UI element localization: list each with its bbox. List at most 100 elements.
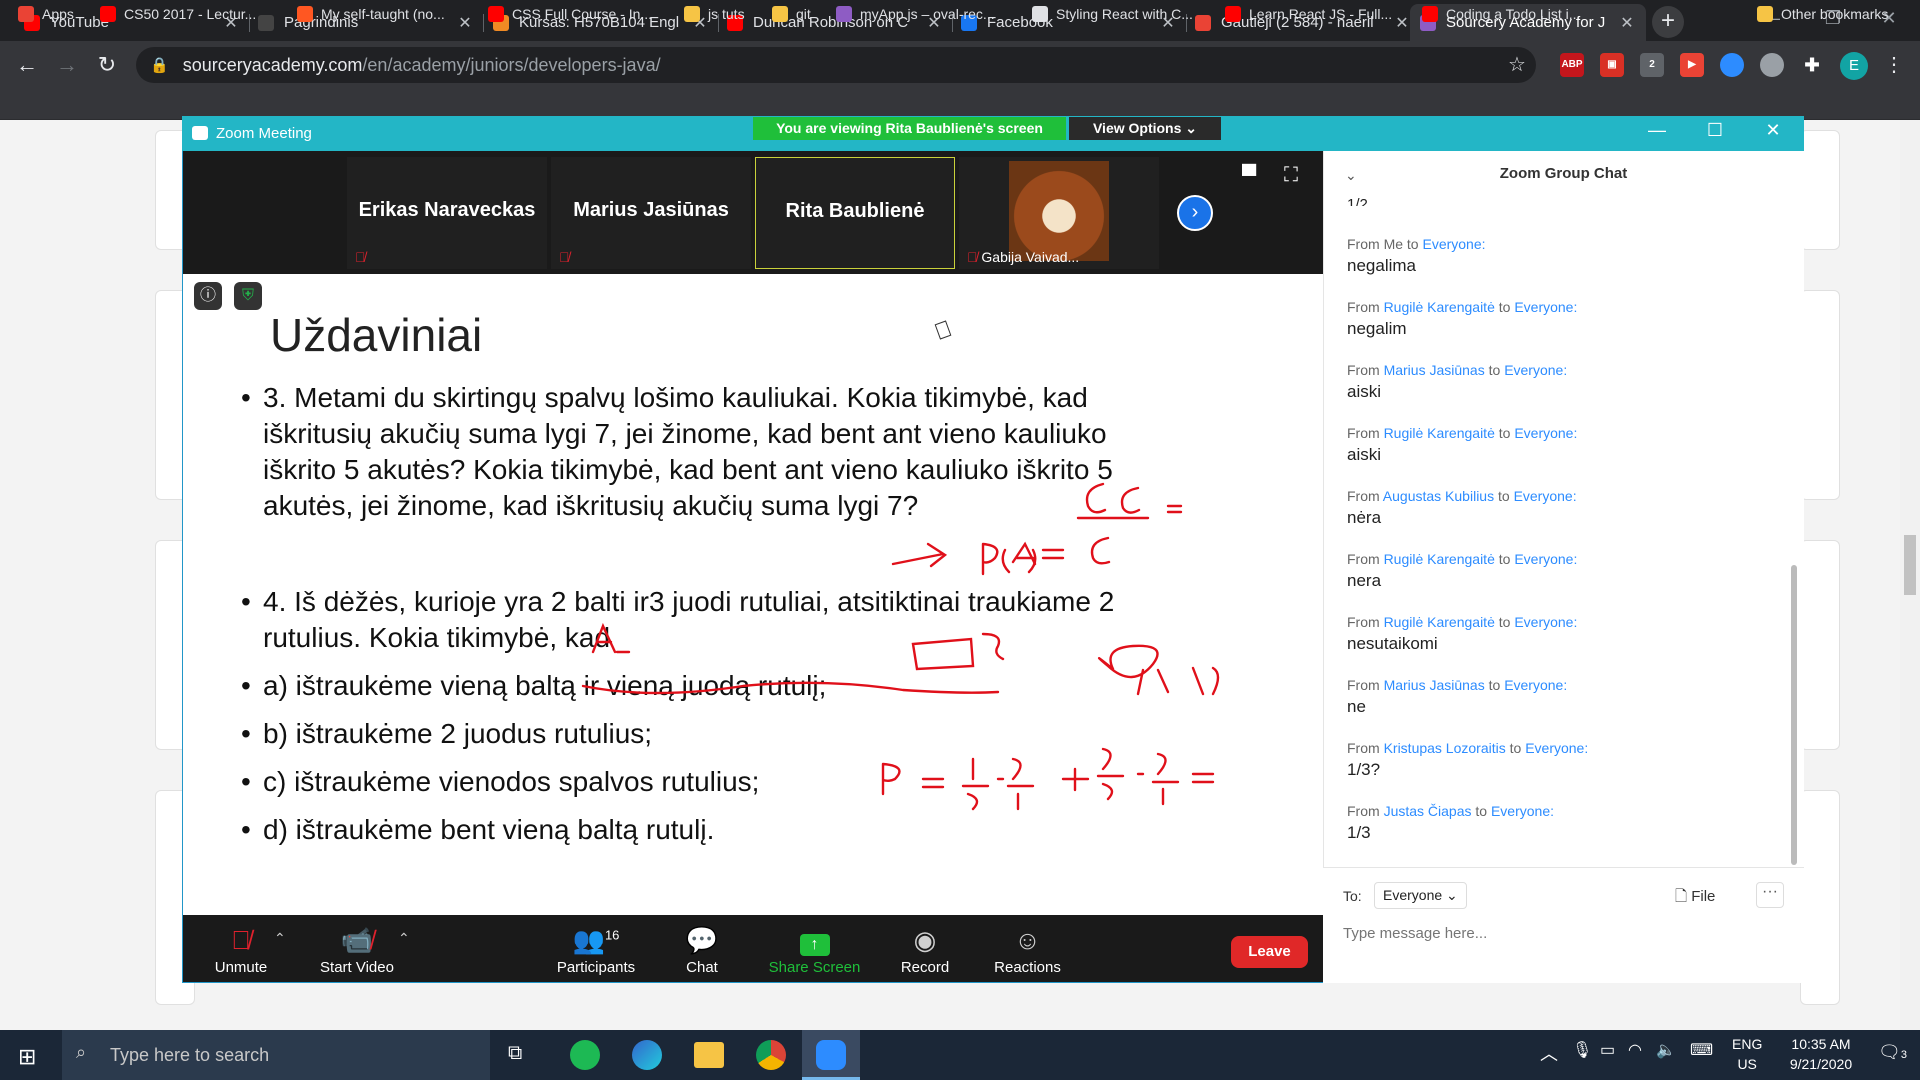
- bookmark-item[interactable]: Other bookmarks: [1757, 6, 1888, 22]
- menu-dots-icon[interactable]: ⋮: [1884, 52, 1904, 77]
- chat-sender[interactable]: Augustas Kubilius: [1383, 488, 1494, 504]
- battery-icon[interactable]: ▭: [1600, 1040, 1615, 1060]
- file-button[interactable]: 🗋 File: [1675, 886, 1715, 911]
- chrome-icon[interactable]: [756, 1040, 786, 1070]
- puzzle-icon[interactable]: ✚: [1800, 53, 1824, 77]
- close-tab-icon[interactable]: ✕: [1393, 13, 1411, 33]
- chat-button[interactable]: 💬 Chat: [672, 925, 732, 976]
- storage-extension-icon[interactable]: [1760, 53, 1784, 77]
- chat-message: From Rugilė Karengaitė to Everyone: nesut…: [1347, 614, 1577, 654]
- participant-tile-active[interactable]: Rita Baublienė: [755, 157, 955, 269]
- recipient-dropdown[interactable]: Everyone ⌄: [1374, 882, 1467, 909]
- reload-icon[interactable]: ↻: [92, 50, 122, 80]
- participant-tile[interactable]: 🎙̸ Gabija Vaivad...: [959, 157, 1159, 269]
- notifications-icon[interactable]: 🗨3: [1878, 1042, 1907, 1063]
- bookmark-star-icon[interactable]: ☆: [1508, 52, 1526, 77]
- wifi-icon[interactable]: ◠: [1628, 1040, 1642, 1060]
- page-scroll-thumb[interactable]: [1904, 535, 1916, 595]
- reactions-button[interactable]: ☺ Reactions: [990, 925, 1065, 976]
- windows-start-icon[interactable]: ⊞: [18, 1044, 36, 1070]
- bookmark-item[interactable]: Styling React with C...: [1032, 6, 1193, 22]
- microphone-tray-icon[interactable]: 🎙: [1572, 1040, 1592, 1060]
- bookmark-item[interactable]: CS50 2017 - Lectur...: [100, 6, 256, 22]
- profile-avatar[interactable]: E: [1840, 52, 1868, 80]
- close-tab-icon[interactable]: ✕: [1618, 13, 1636, 33]
- task-view-icon[interactable]: ⧉: [508, 1042, 522, 1065]
- chat-recipient[interactable]: Everyone:: [1514, 299, 1577, 315]
- volume-icon[interactable]: 🔈: [1656, 1040, 1676, 1060]
- chat-sender[interactable]: Rugilė Karengaitė: [1384, 425, 1495, 441]
- chat-message-text: nesutaikomi: [1347, 634, 1438, 653]
- chat-sender[interactable]: Me: [1384, 236, 1403, 252]
- chat-scrollbar[interactable]: [1791, 565, 1797, 865]
- next-page-icon[interactable]: ›: [1177, 195, 1213, 231]
- chat-message-meta: From Augustas Kubilius to Everyone:: [1347, 488, 1577, 504]
- close-tab-icon[interactable]: ✕: [456, 13, 474, 33]
- fullscreen-icon[interactable]: ⛶: [1284, 164, 1298, 187]
- zoom-minimize-icon[interactable]: —: [1642, 120, 1672, 141]
- chat-sender[interactable]: Rugilė Karengaitė: [1384, 614, 1495, 630]
- chat-sender[interactable]: Rugilė Karengaitė: [1384, 299, 1495, 315]
- bookmark-item[interactable]: js tuts: [684, 6, 745, 22]
- mic-muted-icon: 🎙̸: [231, 925, 251, 955]
- file-explorer-icon[interactable]: [694, 1042, 724, 1068]
- layout-icon[interactable]: ▀: [1242, 165, 1256, 188]
- chat-message-input[interactable]: [1343, 920, 1783, 946]
- participant-tile[interactable]: Erikas Naraveckas 🎙̸: [347, 157, 547, 269]
- bookmark-item[interactable]: myApp.js – oval-rec...: [836, 6, 995, 22]
- record-button[interactable]: ◉ Record: [895, 925, 955, 976]
- share-screen-button[interactable]: ↑ Share Screen: [767, 925, 862, 976]
- zoom-maximize-icon[interactable]: ☐: [1700, 120, 1730, 141]
- keyboard-icon[interactable]: ⌨: [1690, 1040, 1713, 1060]
- participant-tile[interactable]: Marius Jasiūnas 🎙̸: [551, 157, 751, 269]
- from-word: From: [1347, 488, 1380, 504]
- view-options-button[interactable]: View Options ⌄: [1069, 117, 1221, 140]
- bookmark-item[interactable]: CSS Full Course - In...: [488, 6, 652, 22]
- record-extension-icon[interactable]: ▶: [1680, 53, 1704, 77]
- zoom-taskbar-item[interactable]: [802, 1030, 860, 1080]
- chat-sender[interactable]: Marius Jasiūnas: [1384, 677, 1485, 693]
- participants-button[interactable]: 👥16 Participants: [551, 925, 641, 976]
- forward-icon[interactable]: →: [52, 50, 82, 80]
- bookmark-item[interactable]: Apps: [18, 6, 74, 22]
- clock[interactable]: 10:35 AM 9/21/2020: [1776, 1036, 1866, 1072]
- taskbar-search[interactable]: ⌕ Type here to search: [62, 1030, 490, 1080]
- clock-date: 9/21/2020: [1789, 1056, 1853, 1072]
- spotify-icon[interactable]: [570, 1040, 600, 1070]
- chat-recipient[interactable]: Everyone:: [1514, 488, 1577, 504]
- to-word: to: [1509, 740, 1522, 756]
- edge-icon[interactable]: [632, 1040, 662, 1070]
- chat-sender[interactable]: Marius Jasiūnas: [1384, 362, 1485, 378]
- bookmark-item[interactable]: Learn React JS - Full...: [1225, 6, 1392, 22]
- audio-options-caret-icon[interactable]: ⌃: [274, 930, 286, 947]
- adblock-icon[interactable]: ABP: [1560, 53, 1584, 77]
- new-tab-button[interactable]: +: [1652, 6, 1684, 38]
- back-icon[interactable]: ←: [12, 50, 42, 80]
- chat-recipient[interactable]: Everyone:: [1514, 614, 1577, 630]
- chat-sender[interactable]: Rugilė Karengaitė: [1384, 551, 1495, 567]
- language-indicator[interactable]: ENG US: [1732, 1036, 1762, 1072]
- chat-sender[interactable]: Kristupas Lozoraitis: [1384, 740, 1506, 756]
- chat-recipient[interactable]: Everyone:: [1491, 803, 1554, 819]
- bookmark-item[interactable]: Coding a Todo List i...: [1422, 6, 1580, 22]
- extension-icon[interactable]: ▣: [1600, 53, 1624, 77]
- bookmark-item[interactable]: My self-taught (no...: [297, 6, 445, 22]
- address-bar[interactable]: 🔒 sourceryacademy.com /en/academy/junior…: [136, 47, 1536, 83]
- chat-recipient[interactable]: Everyone:: [1504, 677, 1567, 693]
- start-video-button[interactable]: 📹̸ Start Video: [312, 925, 402, 976]
- chat-recipient[interactable]: Everyone:: [1525, 740, 1588, 756]
- extension-badge-icon[interactable]: 2: [1640, 53, 1664, 77]
- tray-overflow-icon[interactable]: ︿: [1540, 1040, 1558, 1066]
- chat-sender[interactable]: Justas Čiapas: [1384, 803, 1472, 819]
- chat-recipient[interactable]: Everyone:: [1514, 551, 1577, 567]
- unmute-button[interactable]: 🎙̸ Unmute: [206, 925, 276, 976]
- video-options-caret-icon[interactable]: ⌃: [398, 930, 410, 947]
- leave-button[interactable]: Leave: [1231, 936, 1308, 968]
- chat-recipient[interactable]: Everyone:: [1422, 236, 1485, 252]
- edge-extension-icon[interactable]: [1720, 53, 1744, 77]
- zoom-close-icon[interactable]: ✕: [1758, 120, 1788, 141]
- chat-recipient[interactable]: Everyone:: [1514, 425, 1577, 441]
- more-options-icon[interactable]: ···: [1756, 882, 1784, 908]
- chat-recipient[interactable]: Everyone:: [1504, 362, 1567, 378]
- bookmark-item[interactable]: git: [772, 6, 811, 22]
